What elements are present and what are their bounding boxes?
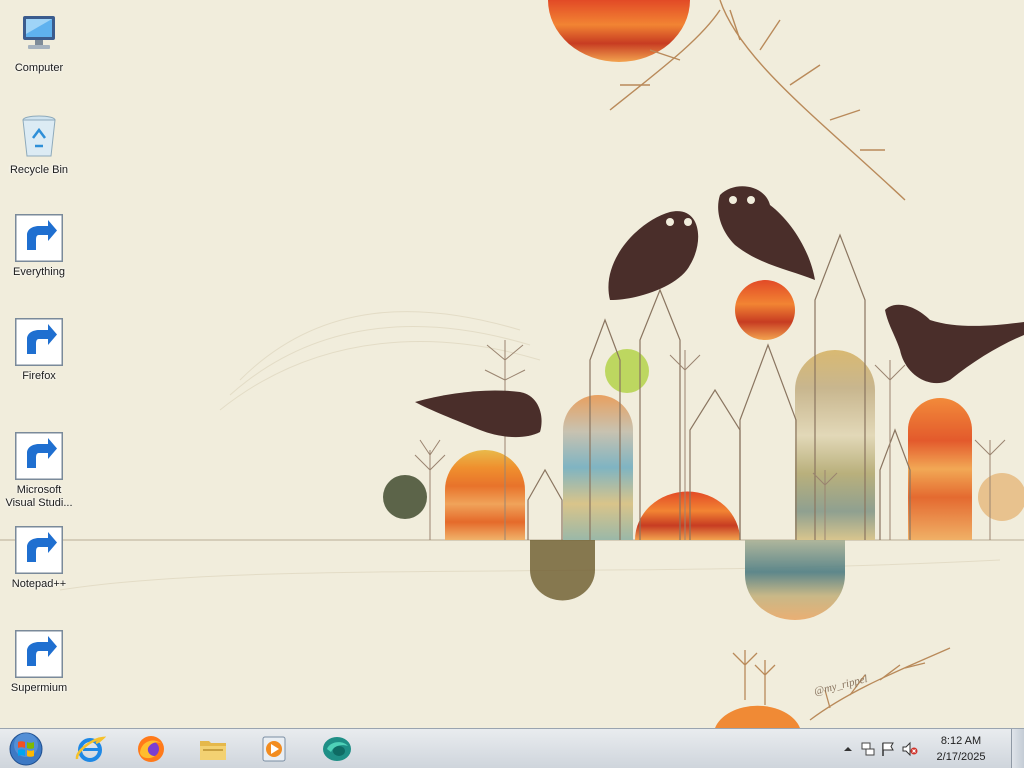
- network-icon[interactable]: [860, 741, 876, 757]
- media-player-icon: [262, 736, 286, 762]
- taskbar-clock[interactable]: 8:12 AM 2/17/2025: [926, 733, 996, 765]
- desktop-icon-label: Computer: [14, 62, 64, 74]
- clock-time: 8:12 AM: [940, 735, 982, 747]
- recycle-bin-icon: [15, 112, 63, 160]
- clock-date: 2/17/2025: [936, 751, 986, 763]
- desktop-icon-supermium[interactable]: Supermium: [1, 630, 77, 695]
- desktop-icon-label: Firefox: [22, 370, 56, 382]
- taskbar-internet-explorer[interactable]: [66, 731, 114, 767]
- visual-studio-icon: [15, 432, 63, 480]
- internet-explorer-icon: [75, 736, 106, 762]
- desktop-icon-everything[interactable]: Everything: [1, 214, 77, 279]
- taskbar-supermium[interactable]: [313, 731, 361, 767]
- volume-muted-icon[interactable]: [902, 741, 918, 757]
- desktop-icon-label: Recycle Bin: [9, 164, 69, 176]
- desktop-icon-label: Supermium: [10, 682, 68, 694]
- shortcut-arrow-icon: [15, 318, 63, 366]
- start-button[interactable]: [6, 731, 46, 767]
- taskbar-firefox[interactable]: [127, 731, 175, 767]
- desktop-icon-label: Microsoft Visual Studi...: [5, 484, 73, 509]
- computer-icon: [15, 10, 63, 58]
- firefox-icon: [15, 318, 63, 366]
- shortcut-arrow-icon: [15, 630, 63, 678]
- system-tray: 8:12 AM 2/17/2025: [834, 729, 1024, 768]
- taskbar: 8:12 AM 2/17/2025: [0, 728, 1024, 768]
- wallpaper-image: @my_rippel: [0, 0, 1024, 728]
- desktop-icon-label: Everything: [13, 266, 65, 278]
- everything-search-icon: [15, 214, 63, 262]
- notepad-plus-plus-icon: [15, 526, 63, 574]
- taskbar-file-explorer[interactable]: [189, 731, 237, 767]
- desktop[interactable]: @my_rippel Computer Recycle Bin Everythi…: [0, 0, 1024, 768]
- windows-start-orb-icon: [9, 732, 43, 766]
- desktop-icon-recycle-bin[interactable]: Recycle Bin: [1, 112, 77, 177]
- desktop-icon-visual-studio[interactable]: Microsoft Visual Studi...: [1, 432, 77, 510]
- shortcut-arrow-icon: [15, 214, 63, 262]
- firefox-icon: [138, 736, 164, 762]
- desktop-icon-computer[interactable]: Computer: [1, 10, 77, 75]
- supermium-icon: [15, 630, 63, 678]
- file-explorer-icon: [200, 741, 226, 760]
- shortcut-arrow-icon: [15, 432, 63, 480]
- show-hidden-icons-chevron[interactable]: [840, 741, 856, 757]
- taskbar-media-player[interactable]: [250, 731, 298, 767]
- action-center-flag-icon[interactable]: [880, 741, 896, 757]
- shortcut-arrow-icon: [15, 526, 63, 574]
- desktop-icon-label: Notepad++: [11, 578, 67, 590]
- supermium-icon: [323, 737, 351, 761]
- desktop-icon-notepad-plus-plus[interactable]: Notepad++: [1, 526, 77, 591]
- show-desktop-button[interactable]: [1011, 729, 1024, 768]
- desktop-icon-firefox[interactable]: Firefox: [1, 318, 77, 383]
